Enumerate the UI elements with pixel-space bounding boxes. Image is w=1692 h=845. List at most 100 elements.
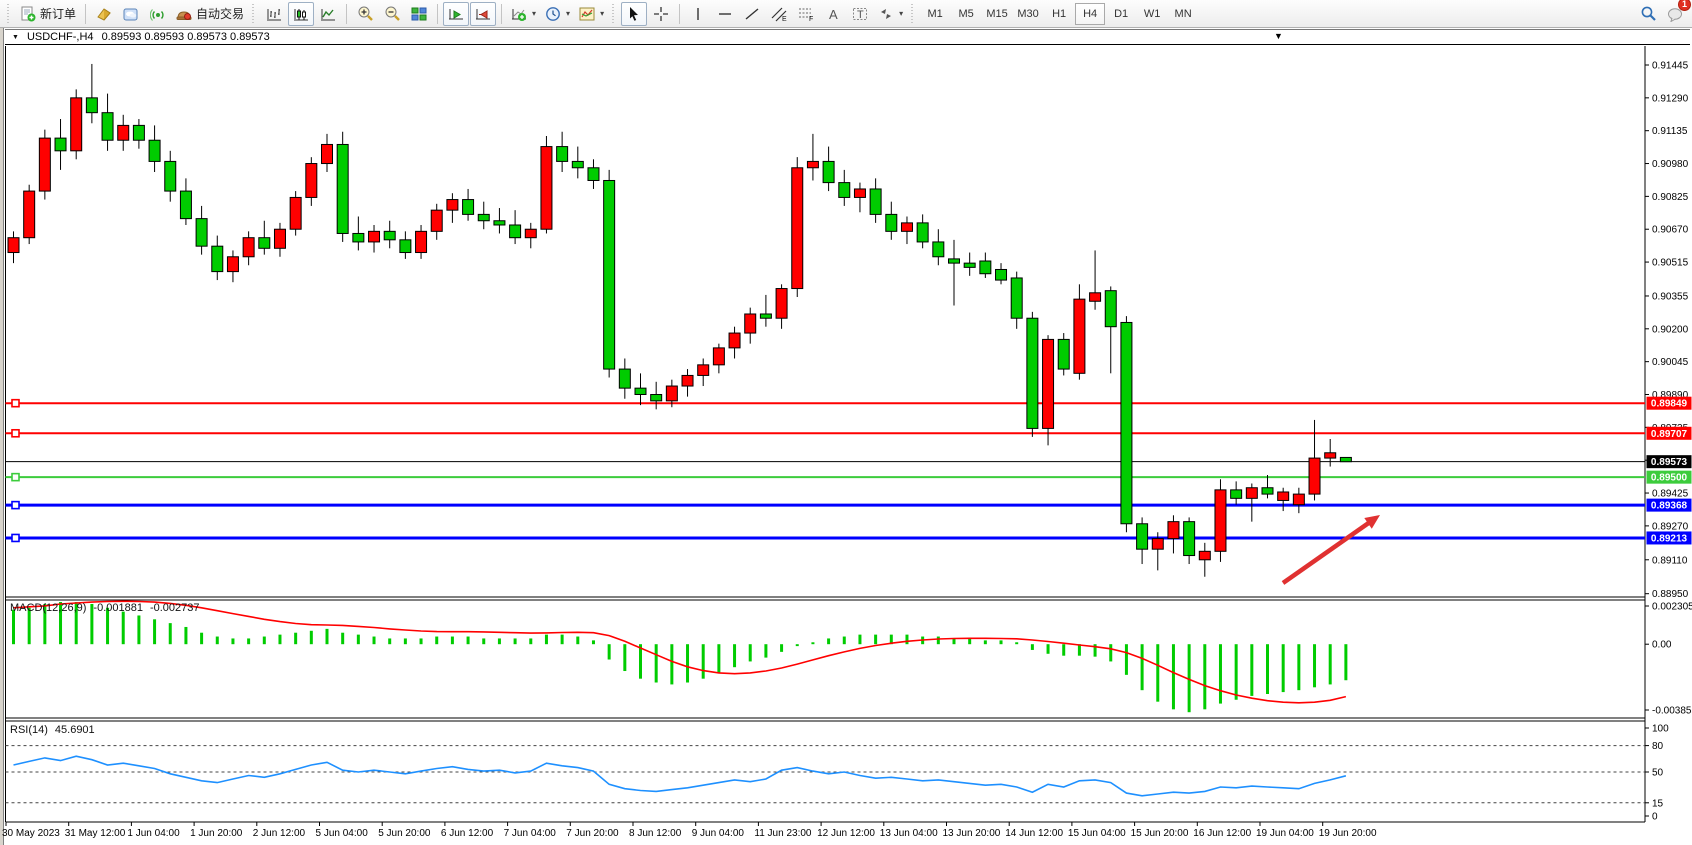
trend-arrow-annotation[interactable] xyxy=(1283,515,1380,583)
candle xyxy=(463,200,474,215)
timeframe-m1[interactable]: M1 xyxy=(920,3,950,25)
new-order-button[interactable]: 新订单 xyxy=(16,2,80,26)
candle xyxy=(196,219,207,247)
line-anchor[interactable] xyxy=(12,474,19,481)
trendline-icon xyxy=(744,6,760,22)
channel-button[interactable]: E xyxy=(766,2,792,26)
templates-button[interactable]: ▾ xyxy=(575,2,608,26)
fibo-letter: F xyxy=(809,16,813,22)
line-anchor[interactable] xyxy=(12,430,19,437)
macd-title: MACD(12,26,9) xyxy=(10,602,86,614)
data-window-button[interactable] xyxy=(118,2,144,26)
arrows-tool-button[interactable]: ▾ xyxy=(874,2,907,26)
candle xyxy=(1074,299,1085,373)
market-watch-button[interactable] xyxy=(91,2,117,26)
candle xyxy=(666,386,677,401)
candle xyxy=(792,168,803,289)
candle xyxy=(729,333,740,348)
crosshair-button[interactable] xyxy=(648,2,674,26)
svg-text:0.90045: 0.90045 xyxy=(1652,357,1689,368)
candle xyxy=(1027,318,1038,428)
candle xyxy=(337,144,348,233)
bar-chart-icon xyxy=(266,6,282,22)
svg-text:31 May 12:00: 31 May 12:00 xyxy=(65,828,126,839)
periods-caret[interactable]: ▾ xyxy=(566,9,570,18)
timeframe-h1[interactable]: H1 xyxy=(1044,3,1074,25)
periods-button[interactable]: ▾ xyxy=(541,2,574,26)
timeframe-m30[interactable]: M30 xyxy=(1013,3,1043,25)
fibonacci-button[interactable]: F xyxy=(793,2,819,26)
autoscroll-button[interactable] xyxy=(443,2,469,26)
horizontal-line-button[interactable] xyxy=(712,2,738,26)
toolbar-grip[interactable] xyxy=(612,4,617,24)
cursor-button[interactable] xyxy=(621,2,647,26)
chart-shift-button[interactable] xyxy=(470,2,496,26)
line-anchor[interactable] xyxy=(12,502,19,509)
svg-text:5 Jun 04:00: 5 Jun 04:00 xyxy=(316,828,369,839)
candle xyxy=(306,164,317,198)
timeframe-m5[interactable]: M5 xyxy=(951,3,981,25)
new-order-icon xyxy=(20,6,36,22)
candle xyxy=(933,242,944,257)
candle xyxy=(8,238,19,253)
svg-text:0.89270: 0.89270 xyxy=(1652,521,1689,532)
text-button[interactable]: A xyxy=(820,2,846,26)
notifications-button[interactable]: 1 xyxy=(1662,2,1688,26)
arrows-caret[interactable]: ▾ xyxy=(899,9,903,18)
toolbar-grip[interactable] xyxy=(252,4,257,24)
candle xyxy=(980,261,991,274)
svg-text:9 Jun 04:00: 9 Jun 04:00 xyxy=(692,828,745,839)
candle xyxy=(541,147,552,230)
timeframe-m15[interactable]: M15 xyxy=(982,3,1012,25)
candle xyxy=(71,98,82,151)
tile-windows-button[interactable] xyxy=(406,2,432,26)
candle xyxy=(1011,278,1022,318)
trendline-button[interactable] xyxy=(739,2,765,26)
svg-text:8 Jun 12:00: 8 Jun 12:00 xyxy=(629,828,682,839)
svg-text:15 Jun 20:00: 15 Jun 20:00 xyxy=(1131,828,1189,839)
candle xyxy=(1340,457,1351,461)
line-chart-button[interactable] xyxy=(315,2,341,26)
svg-text:6 Jun 12:00: 6 Jun 12:00 xyxy=(441,828,494,839)
candle xyxy=(588,168,599,181)
search-button[interactable] xyxy=(1635,2,1661,26)
svg-text:19 Jun 20:00: 19 Jun 20:00 xyxy=(1319,828,1377,839)
svg-text:13 Jun 20:00: 13 Jun 20:00 xyxy=(943,828,1001,839)
candle xyxy=(557,147,568,162)
navigator-icon xyxy=(150,6,166,22)
zoom-out-button[interactable] xyxy=(379,2,405,26)
autotrading-label: 自动交易 xyxy=(196,5,244,22)
chart-window[interactable]: ▼ USDCHF-,H4 0.89593 0.89593 0.89573 0.8… xyxy=(0,28,1692,845)
vertical-line-button[interactable] xyxy=(685,2,711,26)
candles-layer xyxy=(8,64,1351,577)
candle xyxy=(1121,322,1132,523)
candle xyxy=(1105,291,1116,327)
text-label-button[interactable]: T xyxy=(847,2,873,26)
toolbar-grip[interactable] xyxy=(911,4,916,24)
timeframe-d1[interactable]: D1 xyxy=(1106,3,1136,25)
svg-text:1 Jun 20:00: 1 Jun 20:00 xyxy=(190,828,243,839)
svg-text:0.90825: 0.90825 xyxy=(1652,192,1689,203)
line-anchor[interactable] xyxy=(12,400,19,407)
svg-text:0.00: 0.00 xyxy=(1652,640,1672,651)
svg-text:0.002305: 0.002305 xyxy=(1652,602,1692,613)
indicators-caret[interactable]: ▾ xyxy=(532,9,536,18)
navigator-button[interactable] xyxy=(145,2,171,26)
timeframe-h4[interactable]: H4 xyxy=(1075,3,1105,25)
autotrading-button[interactable]: 自动交易 xyxy=(172,2,248,26)
candle xyxy=(259,238,270,249)
line-anchor[interactable] xyxy=(12,534,19,541)
timeframe-w1[interactable]: W1 xyxy=(1137,3,1167,25)
zoom-in-button[interactable] xyxy=(352,2,378,26)
toolbar-grip[interactable] xyxy=(7,4,12,24)
svg-text:0.91135: 0.91135 xyxy=(1652,126,1688,137)
bar-chart-button[interactable] xyxy=(261,2,287,26)
periods-clock-icon xyxy=(545,6,561,22)
candle xyxy=(823,161,834,182)
candle xyxy=(243,238,254,257)
indicators-button[interactable]: ▾ xyxy=(507,2,540,26)
timeframe-mn[interactable]: MN xyxy=(1168,3,1198,25)
candlestick-button[interactable] xyxy=(288,2,314,26)
templates-caret[interactable]: ▾ xyxy=(600,9,604,18)
line-chart-icon xyxy=(320,6,336,22)
